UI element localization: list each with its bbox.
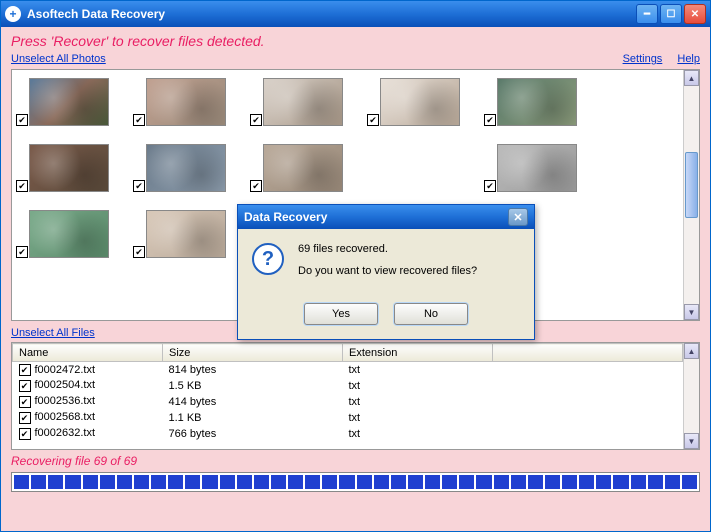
- photo-checkbox[interactable]: ✔: [484, 180, 496, 192]
- photo-checkbox[interactable]: ✔: [16, 246, 28, 258]
- scroll-thumb[interactable]: [685, 152, 698, 218]
- photo-checkbox[interactable]: ✔: [367, 114, 379, 126]
- dialog-message-1: 69 files recovered.: [298, 243, 477, 255]
- photo-thumbnail[interactable]: [146, 78, 226, 126]
- status-text: Recovering file 69 of 69: [11, 454, 700, 468]
- help-link[interactable]: Help: [677, 53, 700, 65]
- app-title: Asoftech Data Recovery: [27, 7, 636, 21]
- photo-thumbnail[interactable]: [29, 210, 109, 258]
- table-row[interactable]: ✔f0002568.txt1.1 KBtxt: [13, 410, 683, 426]
- table-row[interactable]: ✔f0002536.txt414 bytestxt: [13, 394, 683, 410]
- photo-thumbnail[interactable]: [497, 78, 577, 126]
- hint-text: Press 'Recover' to recover files detecte…: [11, 33, 700, 49]
- photo-item[interactable]: ✔: [250, 78, 343, 126]
- dialog-title: Data Recovery: [244, 210, 508, 224]
- photo-checkbox[interactable]: ✔: [484, 114, 496, 126]
- progress-bar: [11, 472, 700, 492]
- photo-item[interactable]: ✔: [250, 144, 343, 192]
- photo-checkbox[interactable]: ✔: [133, 180, 145, 192]
- col-ext[interactable]: Extension: [343, 344, 493, 362]
- file-checkbox[interactable]: ✔: [19, 364, 31, 376]
- scroll-up-button[interactable]: ▲: [684, 343, 699, 359]
- photo-thumbnail[interactable]: [263, 78, 343, 126]
- settings-link[interactable]: Settings: [623, 53, 663, 65]
- table-row[interactable]: ✔f0002472.txt814 bytestxt: [13, 362, 683, 378]
- photo-thumbnail[interactable]: [29, 144, 109, 192]
- photo-item[interactable]: ✔: [16, 210, 109, 258]
- photos-scrollbar[interactable]: ▲ ▼: [683, 70, 699, 320]
- photo-item[interactable]: ✔: [484, 144, 577, 192]
- col-blank[interactable]: [493, 344, 683, 362]
- photo-thumbnail[interactable]: [29, 78, 109, 126]
- photo-item[interactable]: ✔: [133, 144, 226, 192]
- photo-item[interactable]: ✔: [484, 78, 577, 126]
- files-panel: Name Size Extension ✔f0002472.txt814 byt…: [11, 342, 700, 450]
- photo-item[interactable]: ✔: [367, 78, 460, 126]
- photo-checkbox[interactable]: ✔: [133, 114, 145, 126]
- scroll-down-button[interactable]: ▼: [684, 304, 699, 320]
- unselect-all-files-link[interactable]: Unselect All Files: [11, 327, 95, 339]
- col-size[interactable]: Size: [163, 344, 343, 362]
- photo-item[interactable]: ✔: [133, 210, 226, 258]
- table-row[interactable]: ✔f0002632.txt766 bytestxt: [13, 426, 683, 442]
- scroll-down-button[interactable]: ▼: [684, 433, 699, 449]
- maximize-button[interactable]: ☐: [660, 4, 682, 24]
- app-window: + Asoftech Data Recovery ━ ☐ ✕ Press 'Re…: [0, 0, 711, 532]
- files-table: Name Size Extension ✔f0002472.txt814 byt…: [12, 343, 683, 442]
- photo-checkbox[interactable]: ✔: [16, 180, 28, 192]
- yes-button[interactable]: Yes: [304, 303, 378, 325]
- col-name[interactable]: Name: [13, 344, 163, 362]
- close-button[interactable]: ✕: [684, 4, 706, 24]
- dialog-close-button[interactable]: ✕: [508, 208, 528, 226]
- no-button[interactable]: No: [394, 303, 468, 325]
- files-scrollbar[interactable]: ▲ ▼: [683, 343, 699, 449]
- photo-thumbnail[interactable]: [263, 144, 343, 192]
- photo-item[interactable]: ✔: [16, 144, 109, 192]
- photo-checkbox[interactable]: ✔: [16, 114, 28, 126]
- photo-thumbnail[interactable]: [146, 210, 226, 258]
- dialog-titlebar: Data Recovery ✕: [238, 205, 534, 229]
- unselect-all-photos-link[interactable]: Unselect All Photos: [11, 53, 106, 65]
- scroll-up-button[interactable]: ▲: [684, 70, 699, 86]
- file-checkbox[interactable]: ✔: [19, 396, 31, 408]
- titlebar: + Asoftech Data Recovery ━ ☐ ✕: [1, 1, 710, 27]
- app-icon: +: [5, 6, 21, 22]
- photo-checkbox[interactable]: ✔: [250, 180, 262, 192]
- photo-thumbnail[interactable]: [497, 144, 577, 192]
- file-checkbox[interactable]: ✔: [19, 428, 31, 440]
- recovery-dialog: Data Recovery ✕ ? 69 files recovered. Do…: [237, 204, 535, 340]
- photo-checkbox[interactable]: ✔: [250, 114, 262, 126]
- photo-thumbnail[interactable]: [146, 144, 226, 192]
- table-row[interactable]: ✔f0002504.txt1.5 KBtxt: [13, 378, 683, 394]
- file-checkbox[interactable]: ✔: [19, 412, 31, 424]
- photo-checkbox[interactable]: ✔: [133, 246, 145, 258]
- file-checkbox[interactable]: ✔: [19, 380, 31, 392]
- photo-item[interactable]: ✔: [133, 78, 226, 126]
- photo-thumbnail[interactable]: [380, 78, 460, 126]
- dialog-message-2: Do you want to view recovered files?: [298, 265, 477, 277]
- photo-item[interactable]: ✔: [16, 78, 109, 126]
- question-icon: ?: [252, 243, 284, 275]
- minimize-button[interactable]: ━: [636, 4, 658, 24]
